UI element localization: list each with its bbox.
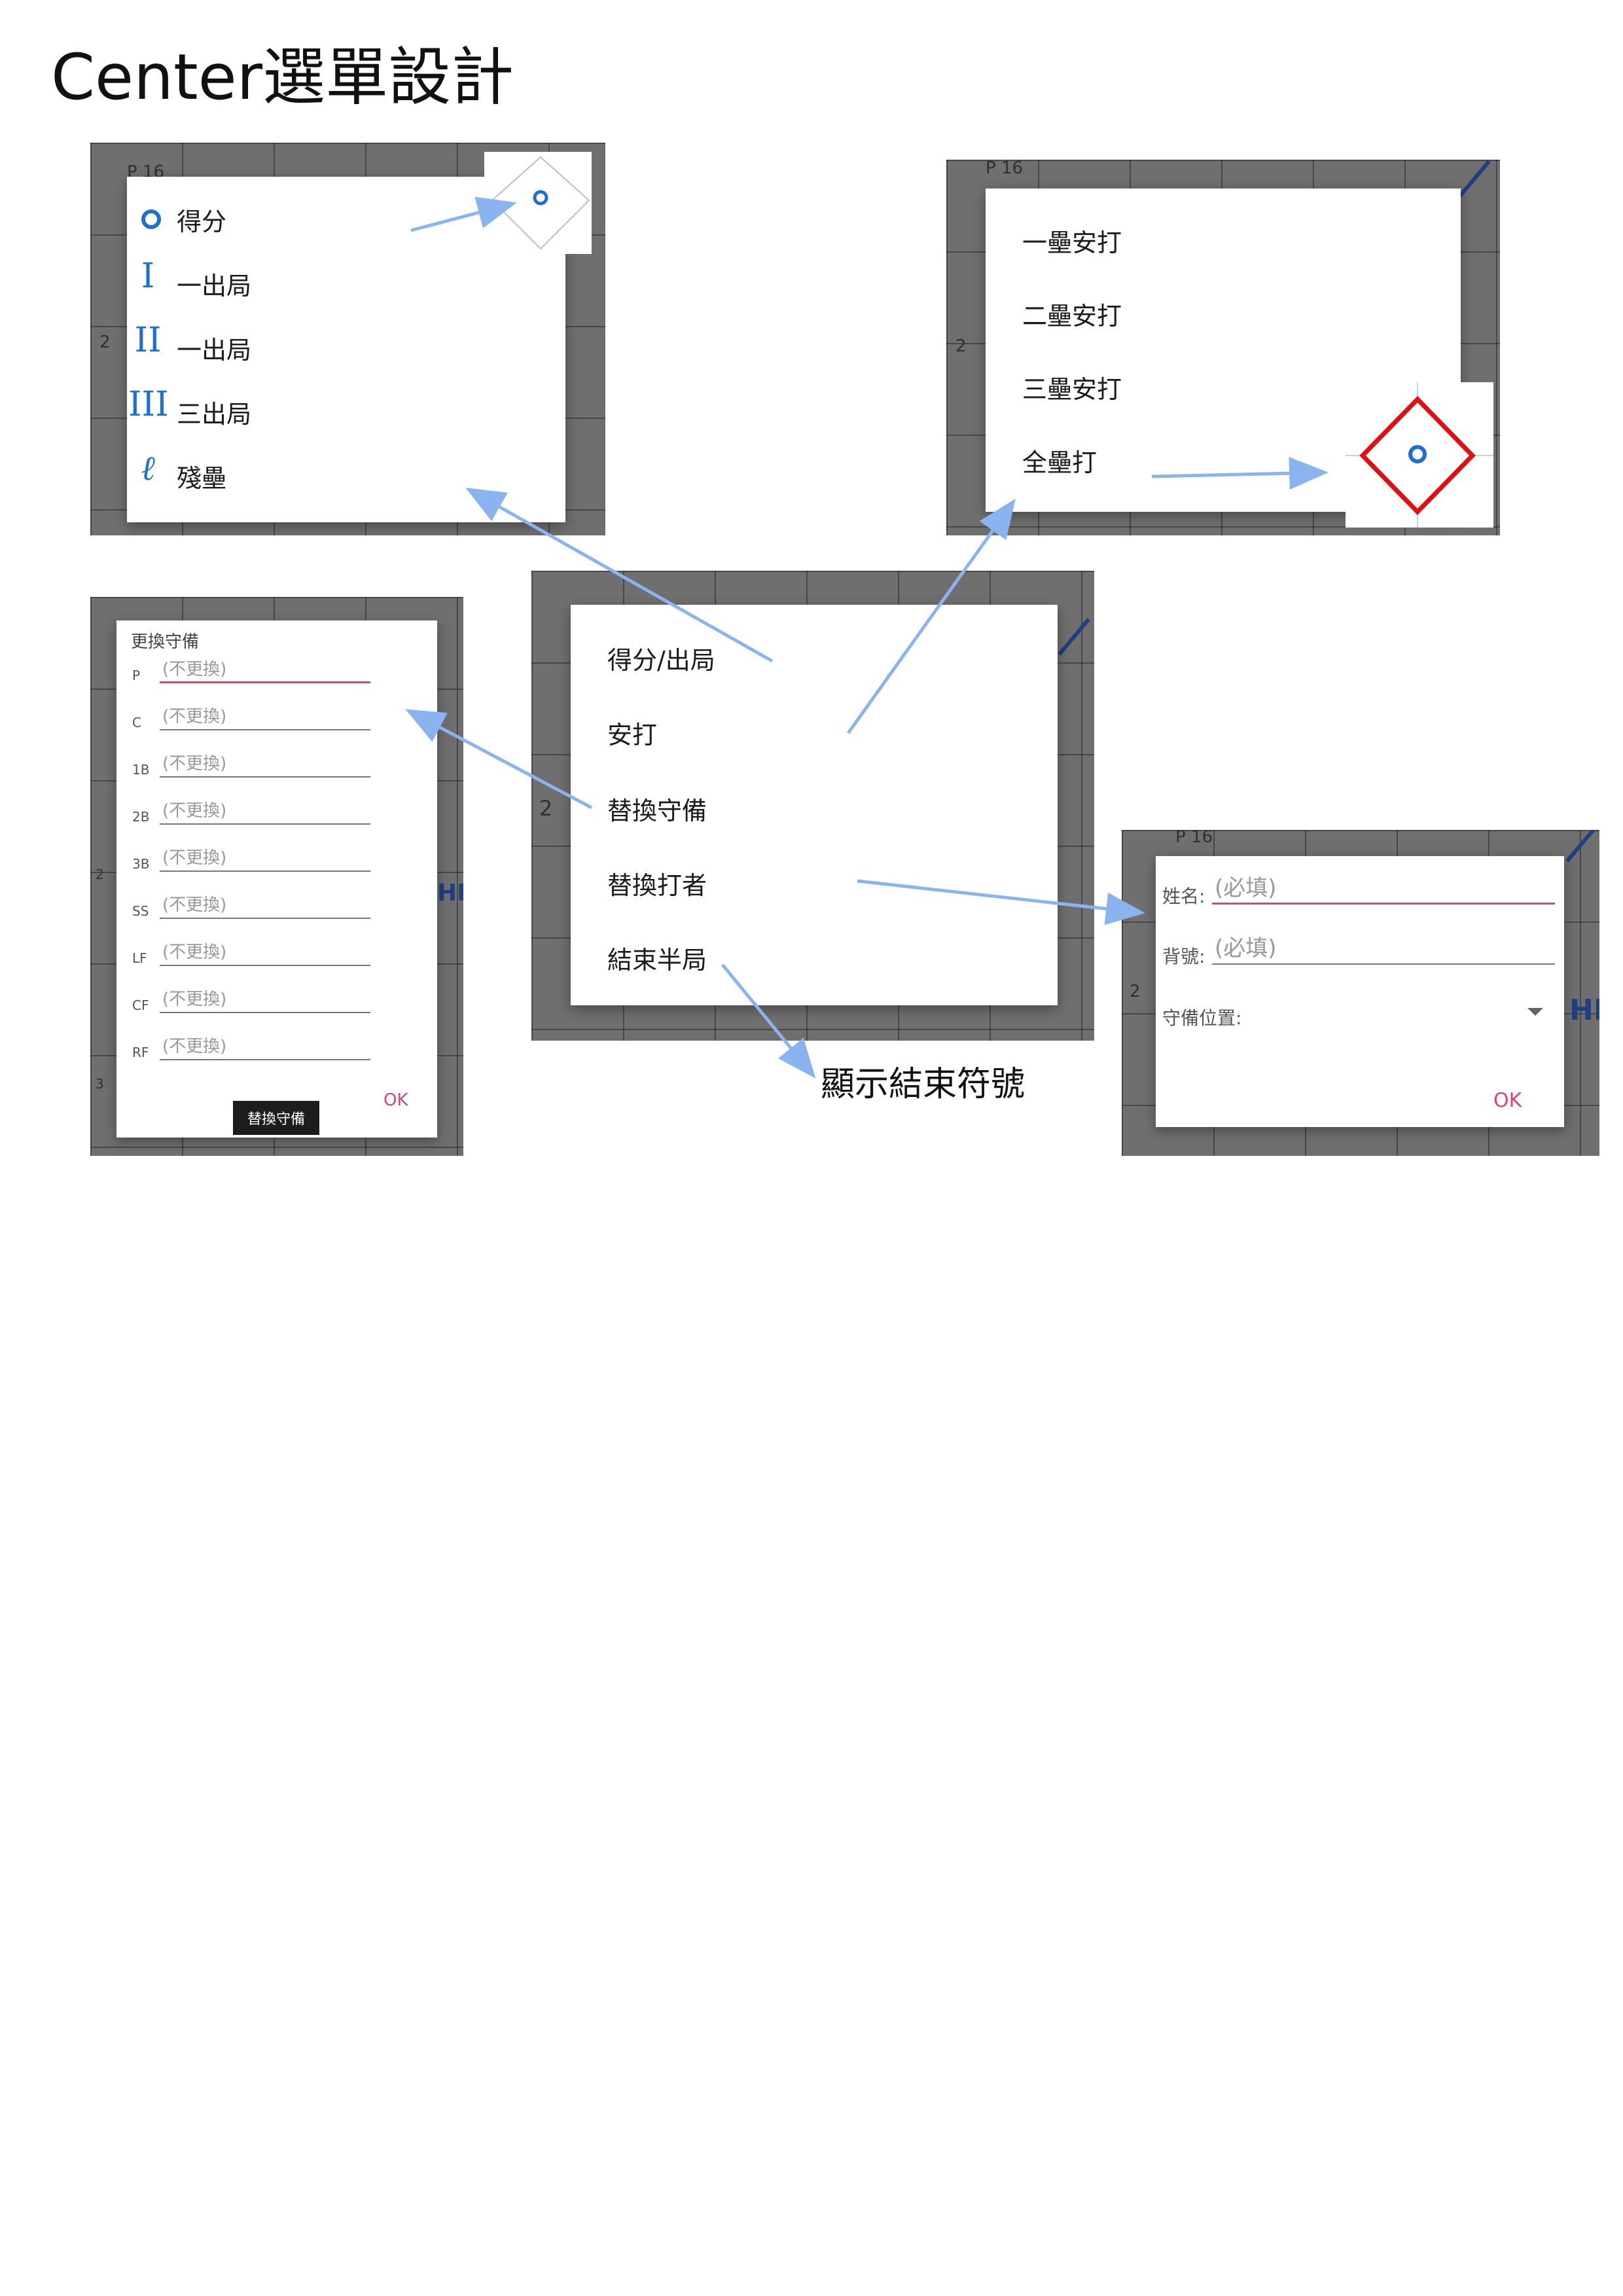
- arrow-to-batter-dialog: [857, 879, 1145, 925]
- arrow-to-home-run-diamond: [1151, 457, 1329, 490]
- arrow-to-defense-dialog: [405, 709, 593, 810]
- annotation-arrows: [405, 196, 1329, 1079]
- arrow-to-score-out-menu: [465, 488, 774, 663]
- arrow-to-hit-menu: [846, 498, 1016, 734]
- arrow-to-end-symbol: [721, 963, 816, 1079]
- arrow-to-diamond: [410, 196, 517, 232]
